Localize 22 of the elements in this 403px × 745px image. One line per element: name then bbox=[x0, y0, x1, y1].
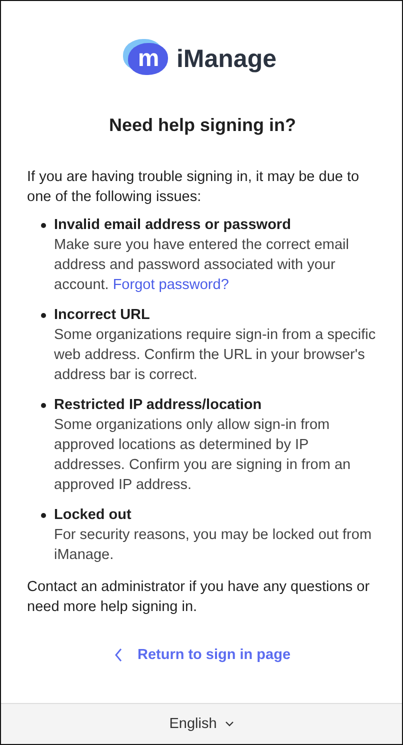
chevron-left-icon bbox=[114, 648, 124, 662]
issue-description: Make sure you have entered the correct email address and password associated with your account. Forgot password? bbox=[54, 236, 350, 295]
issue-title: Incorrect URL bbox=[54, 306, 151, 325]
language-selector[interactable]: English bbox=[165, 714, 238, 734]
bullet-icon bbox=[41, 403, 46, 408]
issue-description: For security reasons, you may be locked out from iManage. bbox=[54, 526, 373, 565]
page-heading: Need help signing in? bbox=[108, 114, 297, 137]
issue-title: Invalid email address or password bbox=[54, 216, 292, 235]
forgot-password-link[interactable]: Forgot password? bbox=[112, 277, 229, 293]
issue-title: Locked out bbox=[54, 506, 132, 525]
intro-text: If you are having trouble signing in, it may be due to one of the following issues: bbox=[27, 168, 360, 207]
issue-description: Some organizations require sign-in from a specific web address. Confirm the URL in your browser's address bar is correct. bbox=[54, 326, 377, 385]
logo-mark: m bbox=[128, 43, 168, 75]
bullet-icon bbox=[41, 313, 46, 318]
return-link[interactable]: Return to sign in page bbox=[114, 647, 291, 663]
chevron-down-icon bbox=[224, 721, 234, 727]
bullet-icon bbox=[41, 223, 46, 228]
contact-text: Contact an administrator if you have any questions or need more help signing in. bbox=[27, 578, 371, 617]
bullet-icon bbox=[41, 513, 46, 518]
logo-name: iManage bbox=[176, 44, 277, 74]
issue-title: Restricted IP address/location bbox=[54, 396, 263, 415]
issue-description: Some organizations only allow sign-in from approved locations as determined by IP addresses. Confirm you are signing in from an approved IP address. bbox=[54, 416, 352, 495]
